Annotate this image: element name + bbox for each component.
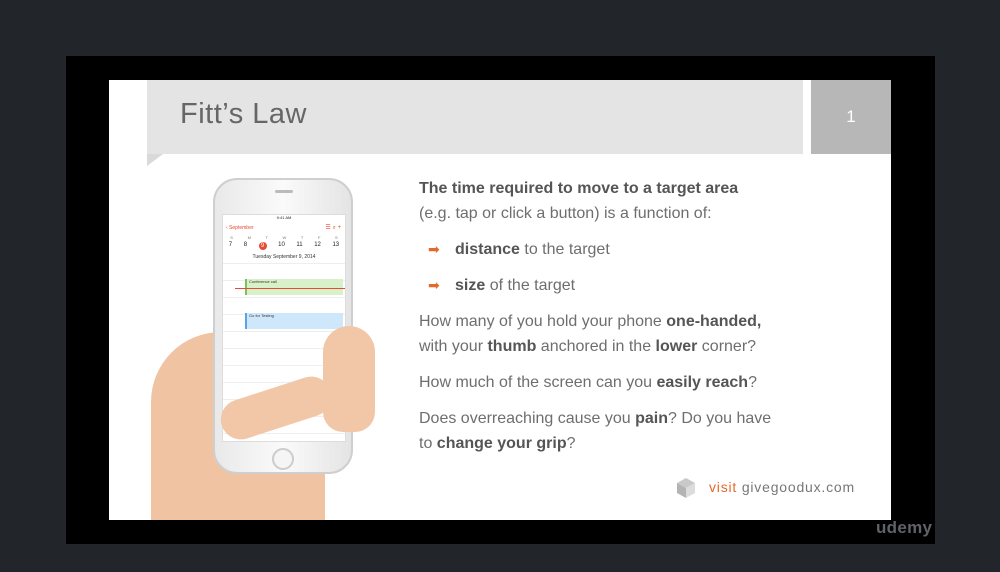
text: to [419, 435, 437, 452]
status-bar: 9:41 AM [223, 215, 345, 222]
week-day: 13 [332, 242, 340, 248]
home-button [272, 448, 294, 470]
bullet-text: to the target [519, 241, 610, 258]
text: How much of the screen can you [419, 374, 657, 391]
question-overreaching: Does overreaching cause you pain? Do you… [419, 406, 859, 456]
calendar-icons: ☰ ⌕ + [325, 224, 341, 232]
search-icon: ⌕ [332, 225, 336, 231]
week-day: 10 [278, 242, 285, 248]
bullet-bold: size [455, 277, 486, 294]
week-day: 8 [243, 242, 248, 248]
slide-content: The time required to move to a target ar… [419, 176, 859, 467]
arrow-icon: ➡ [428, 277, 440, 293]
logo-text: visit givegoodux.com [709, 479, 855, 495]
week-day-selected: 9 [258, 242, 267, 250]
text-bold: lower [655, 338, 698, 355]
current-time-line [235, 288, 345, 289]
question-one-handed: How many of you hold your phone one-hand… [419, 309, 859, 359]
arrow-icon: ➡ [428, 241, 440, 257]
hour-row [223, 263, 345, 280]
week-day: 7 [228, 242, 233, 248]
week-letter: F [317, 235, 321, 240]
week-day: 11 [296, 242, 303, 248]
status-time: 9:41 AM [276, 215, 292, 220]
logo-site: givegoodux.com [737, 479, 855, 495]
slide: Fitt’s Law 1 9:41 AM ‹ September ☰ ⌕ + S… [109, 80, 891, 520]
phone-in-hand-image: 9:41 AM ‹ September ☰ ⌕ + S M T W T F S … [149, 176, 384, 520]
bullet-bold: distance [455, 241, 520, 258]
week-letters: S M T W T F S [223, 235, 345, 240]
text: with your [419, 338, 488, 355]
calendar-event-testing: Go for Testing [245, 313, 343, 329]
text: ? Do you have [668, 410, 772, 427]
text-bold: one-handed, [666, 313, 762, 330]
title-notch [147, 154, 163, 166]
text: ? [566, 435, 576, 452]
title-bar: Fitt’s Law [147, 80, 803, 154]
week-letter: S [230, 235, 233, 240]
text: anchored in the [536, 338, 656, 355]
text: How many of you hold your phone [419, 313, 667, 330]
week-letter: W [282, 235, 287, 240]
slide-title: Fitt’s Law [180, 98, 307, 130]
calendar-back-link: ‹ September [226, 225, 254, 231]
bullet-text: of the target [485, 277, 576, 294]
week-letter: T [265, 235, 268, 240]
udemy-watermark: udemy [876, 518, 933, 537]
week-days: 7 8 9 10 11 12 13 [223, 242, 345, 250]
page-number: 1 [846, 107, 856, 126]
add-icon: + [337, 225, 341, 231]
givegoodux-logo: visit givegoodux.com [675, 475, 875, 501]
week-letter: S [335, 235, 338, 240]
page-number-box: 1 [811, 80, 891, 154]
intro-bold: The time required to move to a target ar… [419, 180, 739, 197]
calendar-event-conference: Conference call [245, 279, 343, 295]
intro-paragraph: The time required to move to a target ar… [419, 176, 859, 226]
phone-speaker [275, 190, 293, 193]
week-letter: T [300, 235, 304, 240]
week-letter: M [247, 235, 251, 240]
bullet-size: ➡ size of the target [419, 273, 859, 298]
intro-rest: (e.g. tap or click a button) is a functi… [419, 205, 712, 222]
text: ? [748, 374, 757, 391]
text: corner? [697, 338, 757, 355]
logo-visit: visit [709, 479, 738, 495]
list-icon: ☰ [325, 225, 331, 231]
cube-logo-icon [677, 478, 695, 498]
hand-fingers [323, 326, 375, 432]
hour-row [223, 297, 345, 314]
text-bold: pain [635, 410, 669, 427]
text-bold: change your grip [436, 435, 567, 452]
selected-date: Tuesday September 9, 2014 [252, 254, 316, 260]
question-reach: How much of the screen can you easily re… [419, 370, 859, 395]
week-day: 12 [314, 242, 321, 248]
calendar-back-label: September [229, 225, 254, 231]
text: Does overreaching cause you [419, 410, 636, 427]
text-bold: thumb [487, 338, 537, 355]
text-bold: easily reach [656, 374, 749, 391]
bullet-distance: ➡ distance to the target [419, 237, 859, 262]
